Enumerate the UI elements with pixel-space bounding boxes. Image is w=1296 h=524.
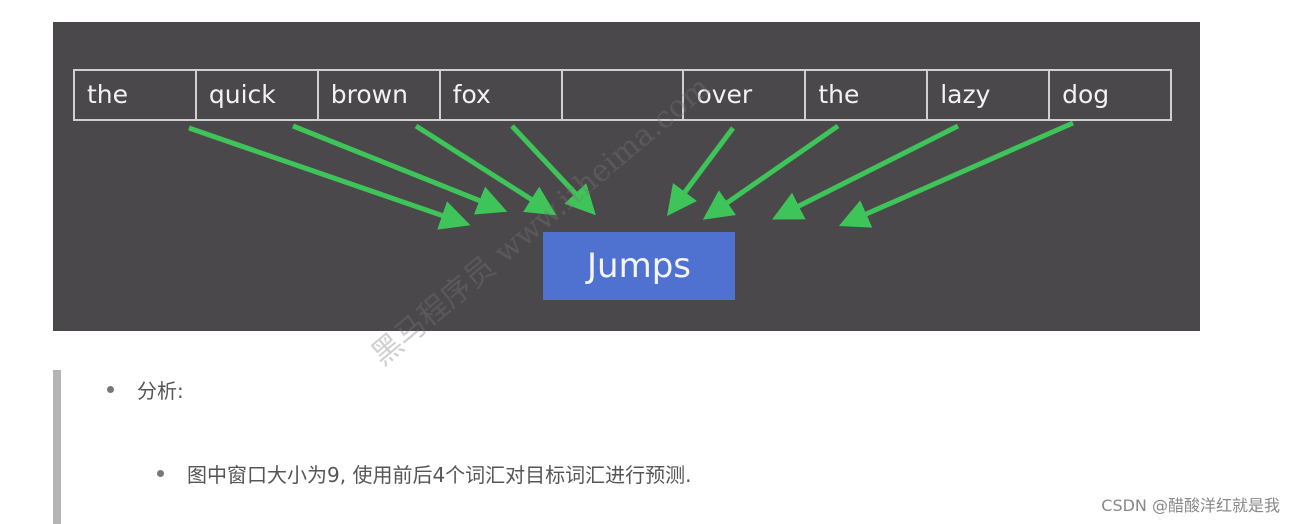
bullet-dot-icon xyxy=(157,470,164,477)
bullet-dot-icon xyxy=(107,386,114,393)
arrow xyxy=(414,123,557,216)
analysis-detail: 图中窗口大小为9, 使用前后4个词汇对目标词汇进行预测. xyxy=(187,463,692,487)
target-word-box: Jumps xyxy=(543,232,735,300)
blockquote-bar xyxy=(53,370,61,524)
cbow-diagram: the quick brown fox over the lazy dog Ju… xyxy=(53,22,1200,331)
arrow xyxy=(772,123,960,220)
arrow xyxy=(292,123,508,215)
arrow xyxy=(702,123,840,220)
csdn-credit: CSDN @醋酸洋红就是我 xyxy=(1101,496,1280,515)
bullet-item-detail: 图中窗口大小为9, 使用前后4个词汇对目标词汇进行预测. xyxy=(155,459,692,491)
arrow xyxy=(838,120,1075,228)
analysis-heading: 分析: xyxy=(137,379,184,403)
bullet-item-analysis: 分析: xyxy=(105,375,184,407)
arrow xyxy=(667,126,735,216)
